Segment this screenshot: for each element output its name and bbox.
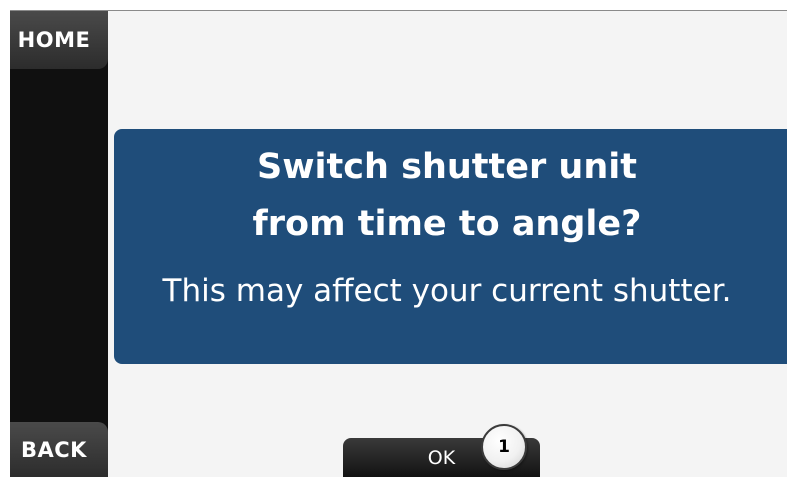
confirmation-dialog: Switch shutter unit from time to angle? …	[114, 129, 787, 364]
camera-screen: HOME BACK Switch shutter unit from time …	[10, 10, 787, 477]
callout-number: 1	[498, 437, 510, 457]
dialog-title: Switch shutter unit from time to angle?	[252, 147, 642, 244]
back-button[interactable]: BACK	[10, 422, 108, 477]
ok-button-label: OK	[427, 447, 456, 469]
back-button-label: BACK	[21, 438, 87, 462]
device-frame: HOME BACK Switch shutter unit from time …	[0, 0, 787, 477]
dialog-message: This may affect your current shutter.	[162, 273, 732, 309]
callout-badge: 1	[481, 424, 527, 470]
home-button[interactable]: HOME	[10, 11, 108, 69]
home-button-label: HOME	[17, 28, 91, 52]
sidebar: HOME BACK	[10, 11, 108, 477]
